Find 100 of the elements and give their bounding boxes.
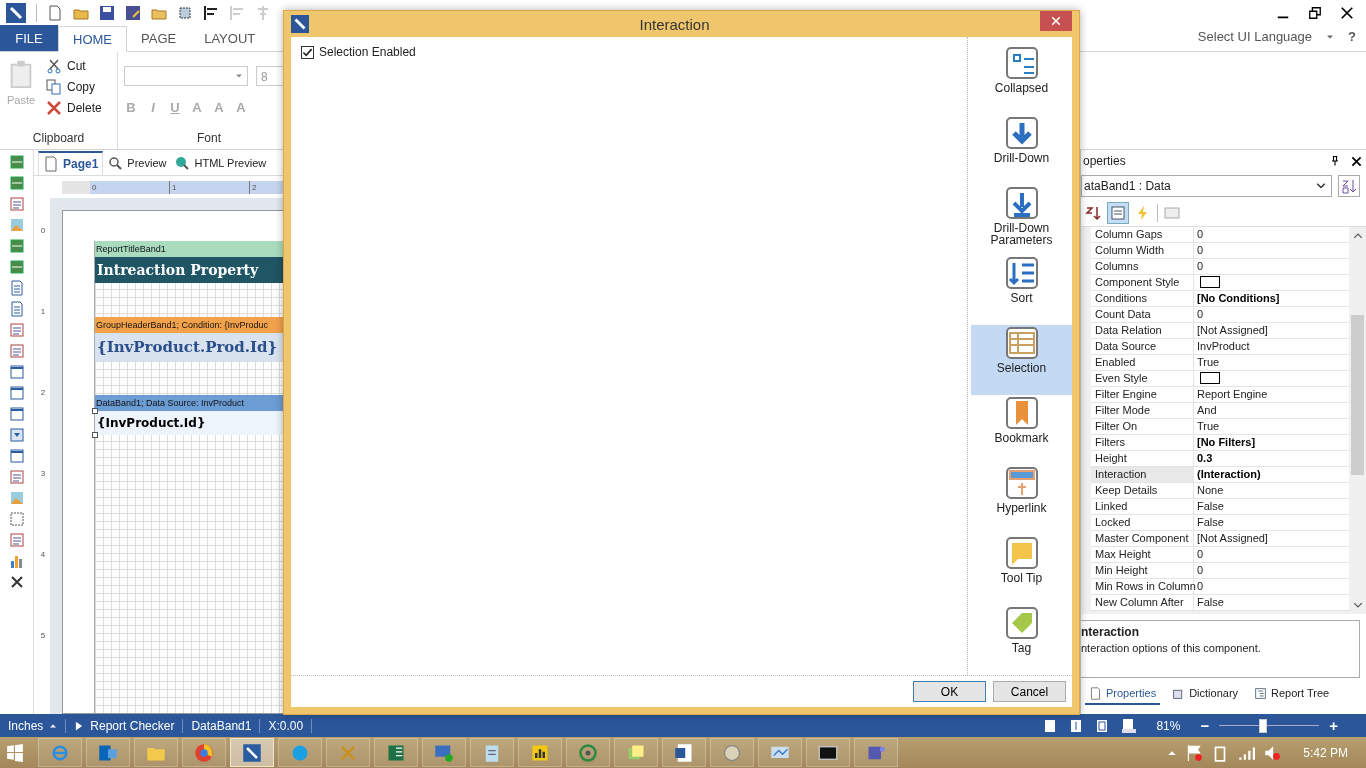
- property-value[interactable]: 0: [1194, 227, 1349, 242]
- band-content[interactable]: Intreaction Property: [95, 257, 283, 283]
- section-button[interactable]: Tool Tip: [971, 535, 1072, 605]
- property-value[interactable]: 0: [1194, 579, 1349, 594]
- new-page-icon[interactable]: [47, 5, 63, 21]
- image-icon[interactable]: [8, 217, 25, 233]
- property-value[interactable]: 0: [1194, 307, 1349, 322]
- property-value[interactable]: True: [1194, 355, 1349, 370]
- section-button[interactable]: Collapsed: [971, 45, 1072, 115]
- window-icon[interactable]: [8, 448, 25, 464]
- clipboard-action[interactable]: Copy: [46, 79, 102, 95]
- section-button[interactable]: Tag: [971, 605, 1072, 675]
- document-tab[interactable]: HTML Preview: [170, 151, 271, 175]
- ribbon-tab[interactable]: LAYOUT: [190, 25, 270, 51]
- property-value[interactable]: 0: [1194, 259, 1349, 274]
- bar-chart-icon[interactable]: [8, 553, 25, 569]
- property-value[interactable]: 0: [1194, 243, 1349, 258]
- property-value[interactable]: And: [1194, 403, 1349, 418]
- property-value[interactable]: [Not Assigned]: [1194, 323, 1349, 338]
- property-value[interactable]: None: [1194, 483, 1349, 498]
- image-icon[interactable]: [8, 490, 25, 506]
- panel-tab[interactable]: Properties: [1085, 683, 1161, 705]
- band-icon[interactable]: [8, 259, 25, 275]
- band-content[interactable]: {InvProduct.Prod.Id}: [95, 333, 283, 361]
- rectangle-icon[interactable]: [8, 511, 25, 527]
- zoom-page-icon[interactable]: [1120, 717, 1137, 734]
- properties-view-button[interactable]: [1107, 202, 1129, 224]
- pin-icon[interactable]: [1329, 155, 1341, 167]
- sort-icon[interactable]: [1085, 205, 1101, 221]
- taskbar-app[interactable]: [230, 738, 274, 767]
- scrollbar[interactable]: [1349, 227, 1366, 614]
- panel-tab[interactable]: Report Tree: [1250, 683, 1334, 705]
- sort-button[interactable]: [1338, 175, 1360, 197]
- dialog-button[interactable]: Cancel: [993, 681, 1066, 702]
- close-button[interactable]: [1040, 11, 1072, 31]
- object-selector[interactable]: ataBand1 : Data: [1081, 175, 1332, 197]
- zoom-out-button[interactable]: −: [1200, 717, 1210, 734]
- band-icon[interactable]: [8, 154, 25, 170]
- property-value[interactable]: (Interaction): [1194, 467, 1349, 482]
- selection-checkbox[interactable]: Selection Enabled: [301, 45, 957, 59]
- property-value[interactable]: 0: [1194, 563, 1349, 578]
- property-value[interactable]: InvProduct: [1194, 339, 1349, 354]
- property-value[interactable]: False: [1194, 515, 1349, 530]
- clipboard-action[interactable]: Cut: [46, 58, 102, 74]
- property-name[interactable]: Interaction: [1091, 467, 1194, 482]
- text-icon[interactable]: [8, 322, 25, 338]
- property-value[interactable]: False: [1194, 499, 1349, 514]
- property-value[interactable]: Report Engine: [1194, 387, 1349, 402]
- property-value[interactable]: True: [1194, 419, 1349, 434]
- clipboard-action[interactable]: Delete: [46, 100, 102, 116]
- band-header[interactable]: GroupHeaderBand1; Condition: {InvProduc: [95, 317, 283, 333]
- text-icon[interactable]: [8, 196, 25, 212]
- document-tab[interactable]: Page1: [38, 151, 104, 175]
- section-button[interactable]: Selection: [971, 325, 1072, 395]
- ribbon-tab[interactable]: PAGE: [127, 25, 191, 51]
- zoom-in-button[interactable]: +: [1329, 717, 1338, 734]
- text-icon[interactable]: [8, 343, 25, 359]
- band-header[interactable]: DataBand1; Data Source: InvProduct: [95, 395, 283, 411]
- window-icon[interactable]: [8, 406, 25, 422]
- save-as-icon[interactable]: [125, 5, 141, 21]
- style-swatch[interactable]: [1200, 372, 1220, 384]
- panel-tab[interactable]: Dictionary: [1168, 683, 1243, 705]
- section-button[interactable]: Bookmark: [971, 395, 1072, 465]
- window-icon[interactable]: [8, 364, 25, 380]
- close-icon[interactable]: [1351, 155, 1362, 167]
- checkbox[interactable]: [301, 45, 314, 59]
- property-value[interactable]: 0: [1194, 547, 1349, 562]
- band-header[interactable]: ReportTitleBand1: [95, 241, 283, 257]
- units-selector[interactable]: Inches: [0, 718, 67, 733]
- property-value[interactable]: False: [1194, 595, 1349, 610]
- document-tab[interactable]: Preview: [103, 151, 171, 175]
- property-value[interactable]: [No Conditions]: [1194, 291, 1349, 306]
- font-name-field[interactable]: [124, 66, 248, 86]
- grid-icon[interactable]: [177, 5, 193, 21]
- ribbon-tab[interactable]: FILE: [0, 25, 58, 51]
- windows-start-icon[interactable]: [6, 743, 24, 762]
- band-icon[interactable]: [8, 238, 25, 254]
- section-button[interactable]: Hyperlink: [971, 465, 1072, 535]
- window-icon[interactable]: [8, 385, 25, 401]
- section-button[interactable]: Drill-Down: [971, 115, 1072, 185]
- text-icon[interactable]: [8, 469, 25, 485]
- dialog-button[interactable]: OK: [913, 681, 986, 702]
- app-icon[interactable]: [6, 3, 26, 23]
- language-selector[interactable]: Select UI Language: [1197, 29, 1313, 44]
- arrow-down-icon[interactable]: [8, 427, 25, 443]
- ribbon-tab[interactable]: HOME: [58, 26, 127, 52]
- text-icon[interactable]: [8, 532, 25, 548]
- restore-icon[interactable]: [1308, 6, 1322, 20]
- property-value[interactable]: 0.3: [1194, 451, 1349, 466]
- property-value[interactable]: [Not Assigned]: [1194, 531, 1349, 546]
- help-button[interactable]: ?: [1348, 29, 1356, 44]
- style-swatch[interactable]: [1200, 276, 1220, 288]
- align-left-icon[interactable]: [203, 5, 219, 21]
- property-value[interactable]: [No Filters]: [1194, 435, 1349, 450]
- section-button[interactable]: Sort: [971, 255, 1072, 325]
- save-icon[interactable]: [99, 5, 115, 21]
- band-icon[interactable]: [8, 175, 25, 191]
- section-button[interactable]: Drill-Down Parameters: [971, 185, 1072, 255]
- band-content[interactable]: {InvProduct.Id}: [95, 411, 283, 435]
- slider-thumb[interactable]: [1259, 718, 1268, 733]
